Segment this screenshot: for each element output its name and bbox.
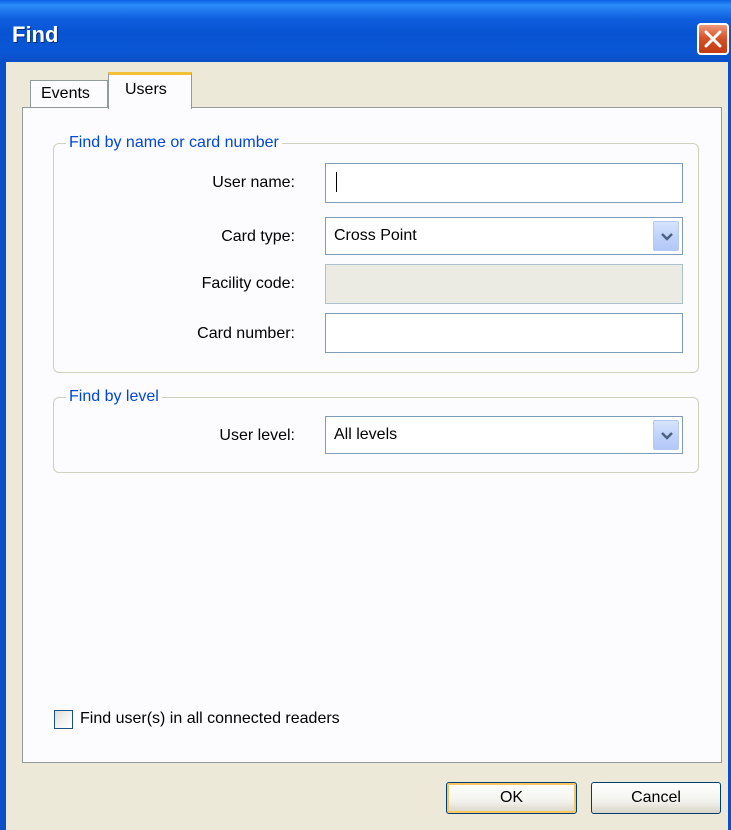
card-number-label: Card number:: [197, 325, 295, 342]
chevron-down-icon: [661, 432, 673, 440]
find-dialog: Find Events Users Find by name or card n…: [0, 0, 731, 830]
chevron-down-icon: [661, 233, 673, 241]
facility-code-input: [325, 264, 683, 304]
user-level-dropdown-button[interactable]: [653, 420, 679, 450]
user-name-input[interactable]: [325, 163, 683, 203]
all-readers-checkbox-label[interactable]: Find user(s) in all connected readers: [80, 710, 340, 728]
tab-users[interactable]: Users: [108, 72, 192, 109]
close-button[interactable]: [697, 23, 729, 55]
tab-events[interactable]: Events: [30, 80, 108, 108]
group-find-by-name-legend: Find by name or card number: [66, 134, 282, 152]
all-readers-checkbox[interactable]: [54, 710, 73, 729]
close-icon: [704, 30, 722, 48]
window-title: Find: [12, 22, 59, 47]
group-find-by-level-legend: Find by level: [66, 388, 162, 406]
user-name-label: User name:: [212, 174, 295, 191]
user-level-label: User level:: [219, 427, 295, 444]
facility-code-label: Facility code:: [201, 275, 295, 292]
tab-users-label: Users: [125, 81, 167, 98]
user-level-select[interactable]: All levels: [325, 416, 683, 454]
ok-button[interactable]: OK: [446, 782, 577, 814]
card-number-input[interactable]: [325, 313, 683, 353]
card-type-select[interactable]: Cross Point: [325, 217, 683, 255]
card-type-value: Cross Point: [334, 227, 417, 244]
card-type-dropdown-button[interactable]: [653, 221, 679, 251]
cancel-button[interactable]: Cancel: [591, 782, 721, 814]
window-frame-left: [0, 62, 6, 830]
title-bar[interactable]: Find: [0, 0, 731, 62]
text-caret: [336, 172, 337, 192]
card-type-label: Card type:: [221, 228, 295, 245]
user-level-value: All levels: [334, 426, 398, 443]
tab-events-label: Events: [41, 85, 90, 102]
